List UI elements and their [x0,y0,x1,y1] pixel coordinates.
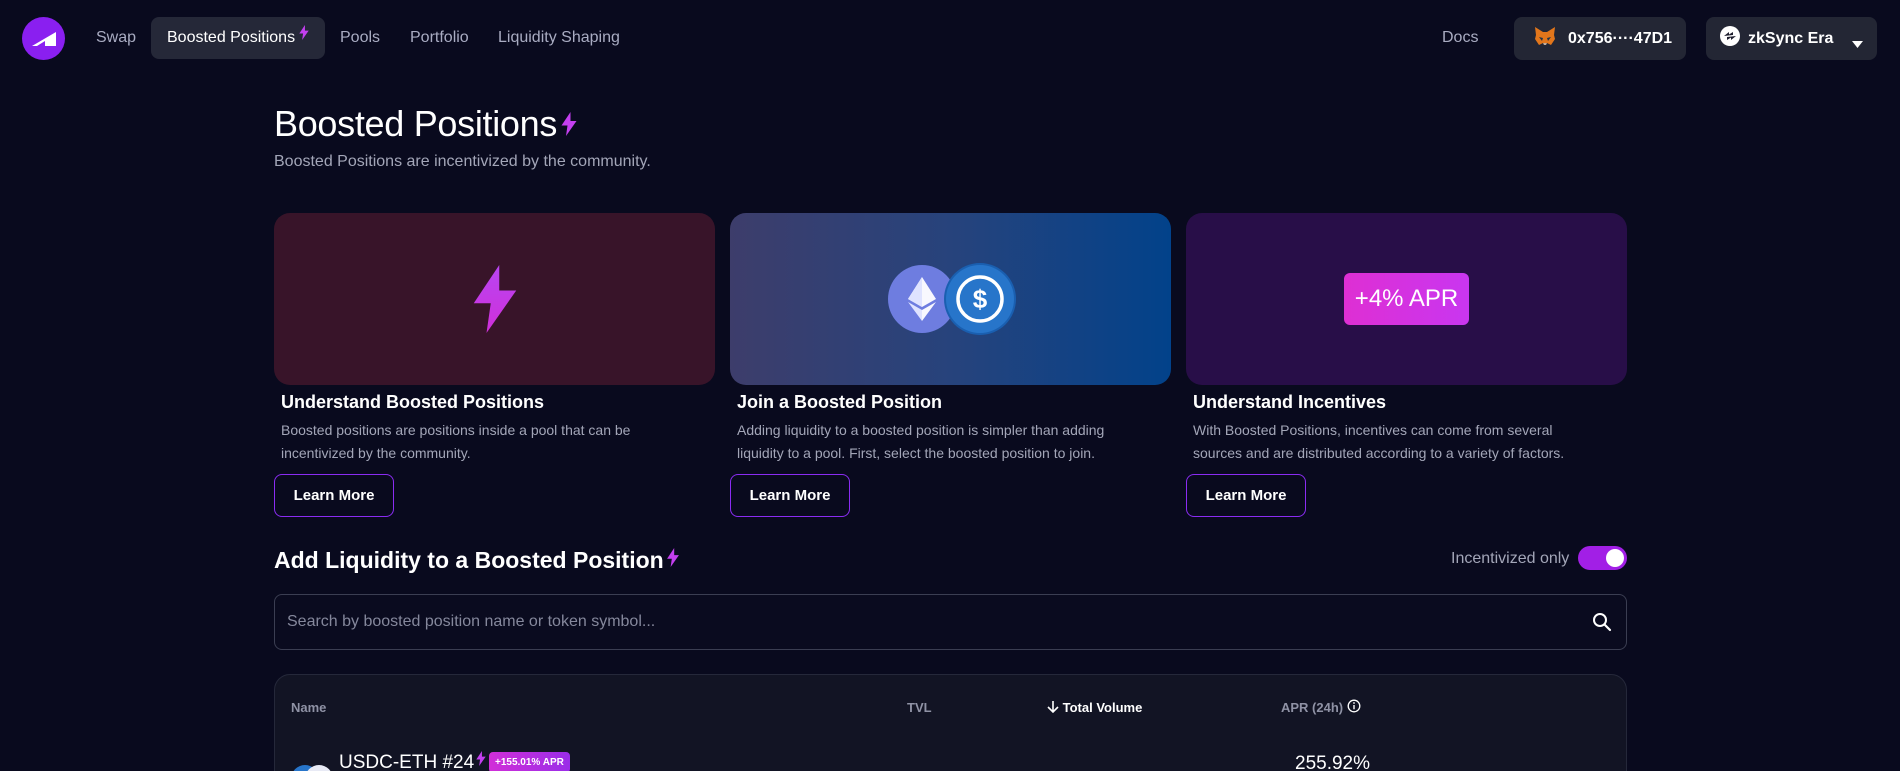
bolt-icon [476,750,486,771]
nav-pools[interactable]: Pools [324,17,396,59]
column-header-apr-label: APR (24h) [1281,700,1344,715]
nav-portfolio[interactable]: Portfolio [394,17,485,59]
info-icon[interactable] [1347,699,1361,716]
apr-value: 255.92% [1295,753,1371,771]
bolt-icon [299,15,309,57]
column-header-name[interactable]: Name [291,700,326,715]
learn-more-button[interactable]: Learn More [1186,474,1306,517]
incentivized-only-toggle[interactable] [1578,546,1627,570]
table-row[interactable]: USDC-ETH #24 +155.01% APR 255.92% [275,750,1626,771]
page-title: Boosted Positions [274,103,577,145]
learn-more-button[interactable]: Learn More [274,474,394,517]
top-navigation: Swap Boosted Positions Pools Portfolio L… [0,0,1900,78]
network-selector[interactable]: zkSync Era [1706,17,1877,60]
position-name: USDC-ETH #24 [339,750,486,771]
nav-liquidity-shaping[interactable]: Liquidity Shaping [482,17,636,59]
card-understand-incentives: +4% APR Understand Incentives With Boost… [1186,213,1627,517]
card-title: Join a Boosted Position [737,392,943,412]
bolt-icon [561,103,577,145]
wallet-button[interactable]: 0x756····47D1 [1514,17,1686,60]
position-name-text: USDC-ETH #24 [339,752,475,771]
arrow-down-icon [1047,700,1059,716]
card-title: Understand Incentives [1193,392,1387,412]
column-header-total-volume[interactable]: Total Volume [1047,700,1142,716]
app-logo[interactable] [22,17,65,60]
search-icon[interactable] [1592,612,1612,637]
chevron-down-icon [1852,35,1863,53]
nav-boosted-positions[interactable]: Boosted Positions [151,15,326,59]
column-header-apr[interactable]: APR (24h) [1281,699,1361,716]
page-subtitle: Boosted Positions are incentivized by th… [274,153,651,170]
token-pair-icons: $ [887,265,1014,333]
card-description: Adding liquidity to a boosted position i… [737,422,1105,461]
metamask-fox-icon [1534,26,1556,51]
wallet-address: 0x756····47D1 [1568,29,1673,47]
nav-boosted-positions-label: Boosted Positions [167,29,296,46]
card-description: Boosted positions are positions inside a… [281,422,631,461]
card-media: +4% APR [1186,213,1627,385]
svg-text:$: $ [972,284,987,314]
search-box [274,594,1627,650]
token-pair-icons [291,765,333,771]
apr-boost-badge: +155.01% APR [489,752,570,771]
toggle-knob [1606,549,1624,567]
bolt-icon [473,265,516,333]
card-media [274,213,715,385]
zksync-icon [1720,26,1740,51]
incentivized-only-label: Incentivized only [1451,550,1570,567]
nav-docs[interactable]: Docs [1426,17,1494,59]
card-title: Understand Boosted Positions [281,392,545,412]
column-header-total-volume-label: Total Volume [1062,700,1143,715]
search-input[interactable] [287,595,1557,649]
nav-swap[interactable]: Swap [80,17,152,59]
column-header-tvl[interactable]: TVL [907,700,932,715]
section-title-text: Add Liquidity to a Boosted Position [274,547,664,573]
bolt-icon [666,546,679,573]
card-join-boosted-position: $ Join a Boosted Position Adding liquidi… [730,213,1171,517]
boosted-positions-table: Name TVL Total Volume APR (24h) USDC-ETH… [274,674,1627,771]
apr-badge: +4% APR [1344,273,1469,325]
card-understand-boosted-positions: Understand Boosted Positions Boosted pos… [274,213,715,517]
usdc-icon: $ [945,265,1014,333]
card-media: $ [730,213,1171,385]
learn-more-button[interactable]: Learn More [730,474,850,517]
card-description: With Boosted Positions, incentives can c… [1193,422,1565,461]
network-label: zkSync Era [1748,29,1834,47]
logo-icon [31,31,56,46]
page-title-text: Boosted Positions [274,103,558,144]
section-title: Add Liquidity to a Boosted Position [274,547,679,574]
